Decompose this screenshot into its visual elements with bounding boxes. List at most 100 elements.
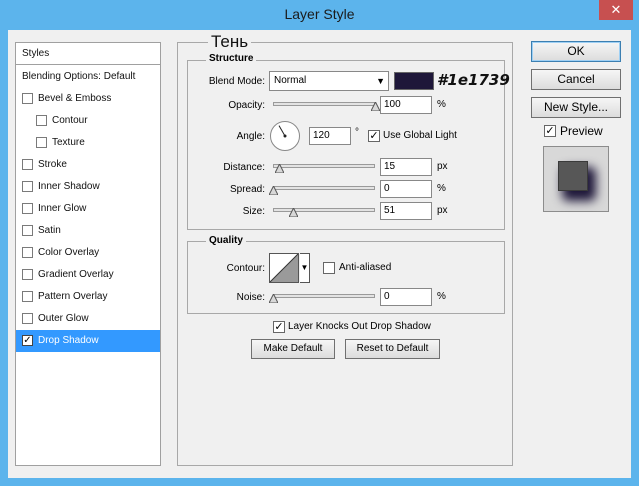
noise-input[interactable]: 0 [380, 288, 432, 306]
size-input[interactable]: 51 [380, 202, 432, 220]
structure-title: Structure [206, 53, 257, 64]
style-list-item-label: Inner Glow [38, 203, 87, 214]
window-title: Layer Style [284, 6, 355, 22]
size-unit: px [437, 205, 448, 216]
spread-input[interactable]: 0 [380, 180, 432, 198]
layer-style-window: Layer Style ✕ Styles Blending Options: D… [0, 0, 639, 486]
style-list-item[interactable]: Stroke [16, 154, 160, 176]
reset-to-default-button[interactable]: Reset to Default [345, 339, 440, 359]
styles-list-header[interactable]: Styles [16, 43, 160, 65]
anti-aliased-label[interactable]: Anti-aliased [339, 262, 391, 273]
style-checkbox[interactable] [36, 137, 47, 148]
shadow-color-swatch[interactable] [394, 72, 434, 90]
quality-group [187, 241, 505, 314]
blend-mode-select[interactable]: Normal ▼ [269, 71, 389, 91]
check-icon: ✓ [369, 130, 379, 142]
opacity-unit: % [437, 99, 446, 110]
styles-list-header-label: Styles [22, 48, 50, 59]
noise-label: Noise: [236, 292, 265, 303]
anti-aliased-checkbox[interactable] [323, 262, 335, 274]
panel-title: Тень [208, 32, 252, 52]
blend-mode-value: Normal [274, 75, 307, 86]
layer-knocks-out-checkbox[interactable]: ✓ [273, 321, 285, 333]
style-list-item[interactable]: Satin [16, 220, 160, 242]
style-list-item-label: Texture [52, 137, 85, 148]
style-checkbox[interactable] [22, 291, 33, 302]
quality-title: Quality [206, 235, 246, 246]
cancel-button[interactable]: Cancel [531, 69, 621, 90]
chevron-down-icon: ▼ [300, 263, 309, 272]
style-list-item[interactable]: Bevel & Emboss [16, 88, 160, 110]
style-list-item-label: Gradient Overlay [38, 269, 114, 280]
preview-label[interactable]: Preview [560, 124, 603, 138]
style-list-item-label: Outer Glow [38, 313, 89, 324]
contour-dropdown-button[interactable]: ▼ [300, 253, 310, 283]
blend-mode-label: Blend Mode: [208, 76, 265, 87]
angle-dial[interactable] [270, 121, 300, 151]
style-list-item-label: Inner Shadow [38, 181, 100, 192]
style-list-item-label: Contour [52, 115, 88, 126]
opacity-slider-thumb[interactable] [370, 102, 380, 111]
style-list-item[interactable]: Outer Glow [16, 308, 160, 330]
style-list-item[interactable]: Contour [16, 110, 160, 132]
contour-preview[interactable] [269, 253, 299, 283]
style-checkbox[interactable] [22, 203, 33, 214]
style-checkbox[interactable] [22, 269, 33, 280]
style-list-item[interactable]: Texture [16, 132, 160, 154]
style-checkbox[interactable] [22, 247, 33, 258]
style-checkbox[interactable]: ✓ [22, 335, 33, 346]
style-list-item-label: Drop Shadow [38, 335, 99, 346]
style-checkbox[interactable] [22, 313, 33, 324]
new-style-button[interactable]: New Style... [531, 97, 621, 118]
angle-input[interactable]: 120 [309, 127, 351, 145]
style-list-item[interactable]: Inner Shadow [16, 176, 160, 198]
contour-linear-icon [269, 253, 299, 283]
noise-slider-thumb[interactable] [268, 294, 278, 303]
style-list-item-label: Color Overlay [38, 247, 100, 258]
style-checkbox[interactable] [22, 159, 33, 170]
chevron-down-icon: ▼ [376, 76, 385, 86]
style-list-item-label: Blending Options: Default [22, 71, 136, 82]
size-label: Size: [242, 206, 265, 217]
ok-button[interactable]: OK [531, 41, 621, 62]
title-bar[interactable]: Layer Style ✕ [0, 0, 639, 30]
noise-slider-track[interactable] [273, 294, 375, 298]
use-global-light-checkbox[interactable]: ✓ [368, 130, 380, 142]
layer-knocks-out-label[interactable]: Layer Knocks Out Drop Shadow [288, 321, 431, 332]
style-checkbox[interactable] [22, 93, 33, 104]
size-slider-thumb[interactable] [288, 208, 298, 217]
style-list-item[interactable]: ✓ Drop Shadow [16, 330, 160, 352]
dialog-body: Styles Blending Options: Default Bevel & … [8, 30, 631, 478]
style-list-item-label: Stroke [38, 159, 67, 170]
preview-checkbox[interactable]: ✓ [544, 125, 556, 137]
style-list-item-label: Pattern Overlay [38, 291, 108, 302]
opacity-slider-track[interactable] [273, 102, 375, 106]
make-default-button[interactable]: Make Default [251, 339, 335, 359]
distance-label: Distance: [223, 162, 265, 173]
styles-list: Styles Blending Options: Default Bevel & … [15, 42, 161, 466]
use-global-light-label[interactable]: Use Global Light [383, 130, 457, 141]
style-list-item-label: Satin [38, 225, 61, 236]
style-list-item[interactable]: Inner Glow [16, 198, 160, 220]
style-preview [543, 146, 609, 212]
spread-slider-thumb[interactable] [268, 186, 278, 195]
style-list-item[interactable]: Gradient Overlay [16, 264, 160, 286]
distance-slider-thumb[interactable] [274, 164, 284, 173]
preview-square [558, 161, 588, 191]
color-hex-annotation: #1e1739 [437, 71, 510, 89]
spread-slider-track[interactable] [273, 186, 375, 190]
opacity-label: Opacity: [228, 100, 265, 111]
angle-dial-needle-icon [278, 125, 287, 138]
check-icon: ✓ [274, 321, 284, 333]
style-list-item[interactable]: Color Overlay [16, 242, 160, 264]
style-checkbox[interactable] [22, 181, 33, 192]
style-list-item[interactable]: Blending Options: Default [16, 66, 160, 88]
style-checkbox[interactable] [36, 115, 47, 126]
distance-slider-track[interactable] [273, 164, 375, 168]
close-button[interactable]: ✕ [599, 0, 633, 20]
opacity-input[interactable]: 100 [380, 96, 432, 114]
style-checkbox[interactable] [22, 225, 33, 236]
contour-label: Contour: [226, 263, 265, 274]
distance-input[interactable]: 15 [380, 158, 432, 176]
style-list-item[interactable]: Pattern Overlay [16, 286, 160, 308]
